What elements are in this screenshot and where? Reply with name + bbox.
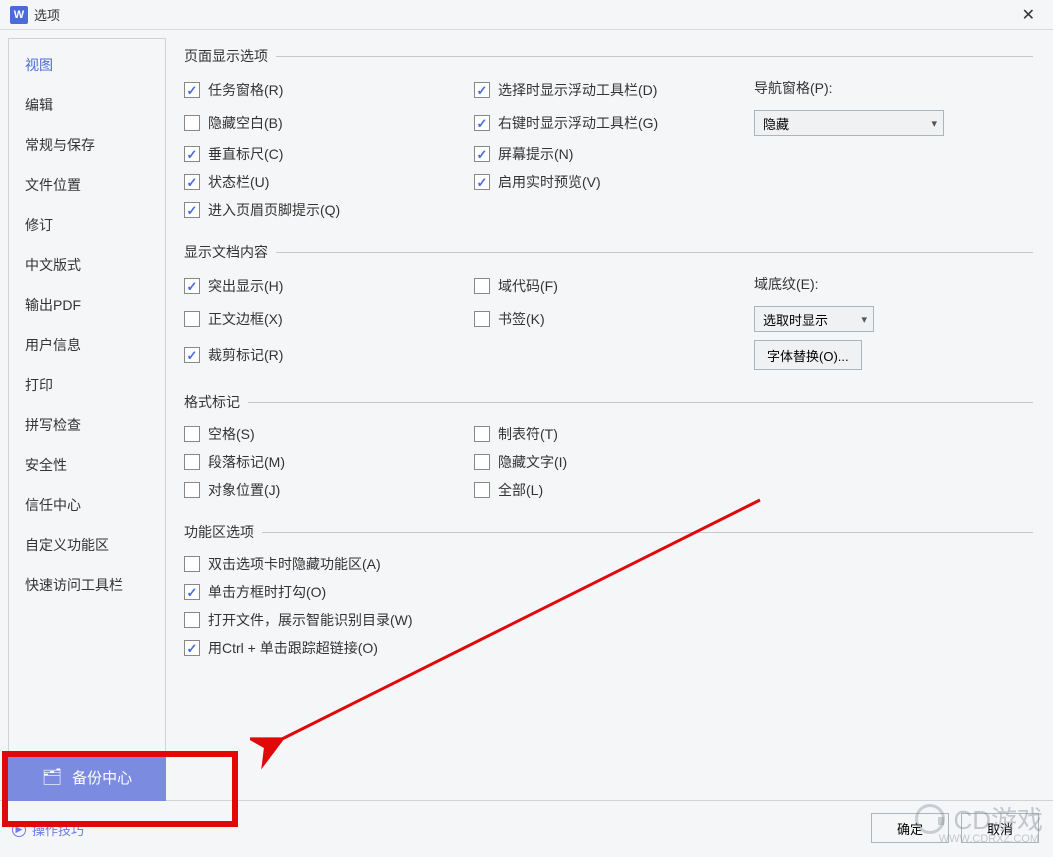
lbl-shading: 域底纹(E): — [754, 274, 819, 294]
lbl-smart-toc: 打开文件，展示智能识别目录(W) — [208, 610, 413, 630]
watermark-sub: WWW.CDRXZ.COM — [939, 833, 1039, 845]
lbl-header-footer-tip: 进入页眉页脚提示(Q) — [208, 200, 340, 220]
lbl-float-sel: 选择时显示浮动工具栏(D) — [498, 80, 657, 100]
cb-text-border[interactable] — [184, 311, 200, 327]
lbl-highlight: 突出显示(H) — [208, 276, 283, 296]
lbl-text-border: 正文边框(X) — [208, 309, 283, 329]
legend-page-display: 页面显示选项 — [182, 46, 276, 66]
lbl-all: 全部(L) — [498, 480, 543, 500]
lbl-click-check: 单击方框时打勾(O) — [208, 582, 326, 602]
section-page-display: 页面显示选项 任务窗格(R) 选择时显示浮动工具栏(D) 导航窗格(P): 隐藏… — [184, 46, 1033, 228]
cb-header-footer-tip[interactable] — [184, 202, 200, 218]
legend-ribbon: 功能区选项 — [182, 522, 262, 542]
lbl-hidden-text: 隐藏文字(I) — [498, 452, 567, 472]
cb-statusbar[interactable] — [184, 174, 200, 190]
app-icon: W — [10, 6, 28, 24]
section-format-marks: 格式标记 空格(S) 制表符(T) 段落标记(M) 隐藏文字(I) 对象位置(J… — [184, 392, 1033, 508]
legend-doc-content: 显示文档内容 — [182, 242, 276, 262]
cb-click-check[interactable] — [184, 584, 200, 600]
select-nav-pane[interactable]: 隐藏 — [754, 110, 944, 136]
nav-item-1[interactable]: 编辑 — [9, 85, 165, 125]
backup-label: 备份中心 — [72, 767, 132, 788]
lbl-float-rclick: 右键时显示浮动工具栏(G) — [498, 113, 658, 133]
lbl-nav-pane: 导航窗格(P): — [754, 78, 833, 98]
nav-item-12[interactable]: 自定义功能区 — [9, 525, 165, 565]
ok-button[interactable]: 确定 — [871, 813, 949, 843]
cb-hidden-text[interactable] — [474, 454, 490, 470]
cb-hide-blank[interactable] — [184, 115, 200, 131]
cb-crop-marks[interactable] — [184, 347, 200, 363]
cb-float-rclick[interactable] — [474, 115, 490, 131]
cb-live-preview[interactable] — [474, 174, 490, 190]
cb-space[interactable] — [184, 426, 200, 442]
tips-icon: ▶ — [12, 823, 26, 837]
lbl-space: 空格(S) — [208, 424, 255, 444]
window-title: 选项 — [34, 5, 1014, 24]
cb-field-code[interactable] — [474, 278, 490, 294]
nav-item-6[interactable]: 输出PDF — [9, 285, 165, 325]
backup-center-button[interactable]: 🗂 备份中心 — [8, 753, 166, 801]
backup-icon: 🗂 — [42, 767, 62, 787]
select-nav-pane-value: 隐藏 — [763, 114, 789, 133]
titlebar: W 选项 ✕ — [0, 0, 1053, 30]
tips-link[interactable]: ▶ 操作技巧 — [12, 820, 84, 839]
nav-item-13[interactable]: 快速访问工具栏 — [9, 565, 165, 605]
btn-font-sub[interactable]: 字体替换(O)... — [754, 340, 862, 370]
lbl-vruler: 垂直标尺(C) — [208, 144, 283, 164]
cb-bookmark[interactable] — [474, 311, 490, 327]
lbl-para: 段落标记(M) — [208, 452, 285, 472]
tips-label: 操作技巧 — [32, 820, 84, 839]
footer: 🗂 备份中心 ▶ 操作技巧 确定 取消 — [0, 779, 1053, 857]
section-doc-content: 显示文档内容 突出显示(H) 域代码(F) 域底纹(E): 正文边框(X) 书签… — [184, 242, 1033, 378]
select-shading-value: 选取时显示 — [763, 310, 828, 329]
cb-smart-toc[interactable] — [184, 612, 200, 628]
cb-vruler[interactable] — [184, 146, 200, 162]
lbl-dbl-hide: 双击选项卡时隐藏功能区(A) — [208, 554, 381, 574]
select-shading[interactable]: 选取时显示 — [754, 306, 874, 332]
nav-list: 视图编辑常规与保存文件位置修订中文版式输出PDF用户信息打印拼写检查安全性信任中… — [9, 39, 165, 769]
nav-item-8[interactable]: 打印 — [9, 365, 165, 405]
lbl-task-pane: 任务窗格(R) — [208, 80, 283, 100]
cb-obj-pos[interactable] — [184, 482, 200, 498]
section-ribbon: 功能区选项 双击选项卡时隐藏功能区(A) 单击方框时打勾(O) 打开文件，展示智… — [184, 522, 1033, 666]
cb-highlight[interactable] — [184, 278, 200, 294]
sidebar: 视图编辑常规与保存文件位置修订中文版式输出PDF用户信息打印拼写检查安全性信任中… — [8, 38, 166, 770]
content: 页面显示选项 任务窗格(R) 选择时显示浮动工具栏(D) 导航窗格(P): 隐藏… — [166, 30, 1053, 770]
close-icon[interactable]: ✕ — [1014, 5, 1043, 25]
legend-format-marks: 格式标记 — [182, 392, 248, 412]
cb-screen-tip[interactable] — [474, 146, 490, 162]
cb-task-pane[interactable] — [184, 82, 200, 98]
cb-tab[interactable] — [474, 426, 490, 442]
nav-item-9[interactable]: 拼写检查 — [9, 405, 165, 445]
cb-ctrl-link[interactable] — [184, 640, 200, 656]
cb-float-sel[interactable] — [474, 82, 490, 98]
nav-item-4[interactable]: 修订 — [9, 205, 165, 245]
lbl-obj-pos: 对象位置(J) — [208, 480, 280, 500]
nav-item-2[interactable]: 常规与保存 — [9, 125, 165, 165]
lbl-ctrl-link: 用Ctrl + 单击跟踪超链接(O) — [208, 638, 378, 658]
lbl-hide-blank: 隐藏空白(B) — [208, 113, 283, 133]
nav-item-3[interactable]: 文件位置 — [9, 165, 165, 205]
nav-item-10[interactable]: 安全性 — [9, 445, 165, 485]
lbl-screen-tip: 屏幕提示(N) — [498, 144, 573, 164]
lbl-live-preview: 启用实时预览(V) — [498, 172, 601, 192]
lbl-bookmark: 书签(K) — [498, 309, 545, 329]
cb-para[interactable] — [184, 454, 200, 470]
cb-dbl-hide[interactable] — [184, 556, 200, 572]
lbl-crop-marks: 裁剪标记(R) — [208, 345, 283, 365]
cb-all[interactable] — [474, 482, 490, 498]
lbl-tab: 制表符(T) — [498, 424, 558, 444]
nav-item-5[interactable]: 中文版式 — [9, 245, 165, 285]
lbl-field-code: 域代码(F) — [498, 276, 558, 296]
lbl-statusbar: 状态栏(U) — [208, 172, 269, 192]
nav-item-7[interactable]: 用户信息 — [9, 325, 165, 365]
nav-item-0[interactable]: 视图 — [9, 45, 165, 85]
nav-item-11[interactable]: 信任中心 — [9, 485, 165, 525]
